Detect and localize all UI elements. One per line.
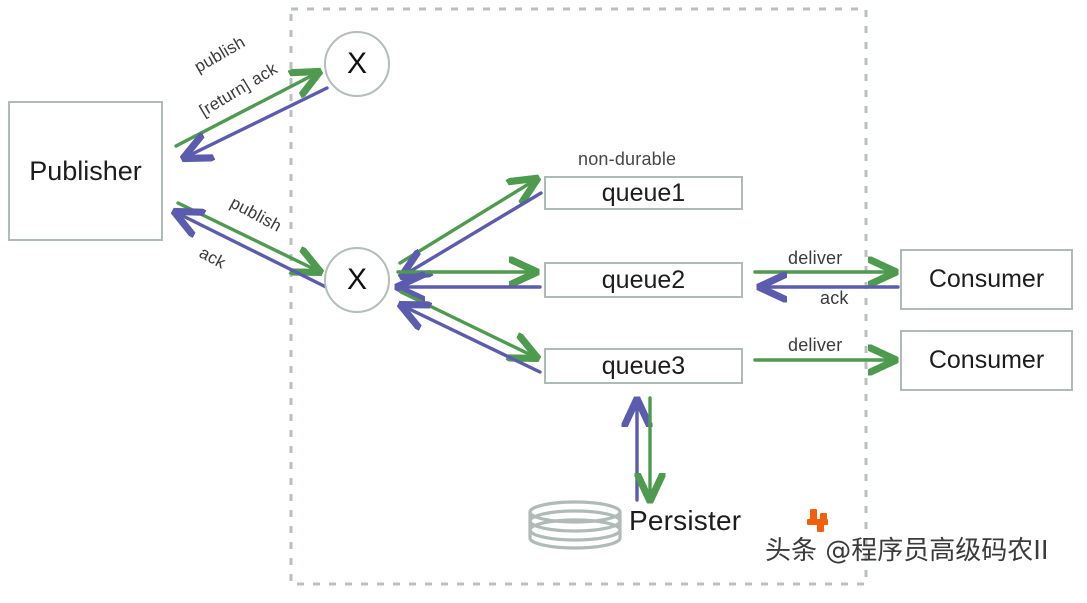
queue3-node[interactable]: queue3 <box>544 348 743 384</box>
publisher-node[interactable]: Publisher <box>8 101 163 241</box>
queue2-label: queue2 <box>601 265 686 294</box>
edge-exchange-queue2 <box>398 272 542 287</box>
watermark-text: 头条 @程序员高级码农II <box>765 536 1049 566</box>
queue2-node[interactable]: queue2 <box>544 262 743 298</box>
label-non-durable: non-durable <box>578 149 677 169</box>
consumer1-node[interactable]: Consumer <box>900 249 1073 310</box>
edge-queue2-consumer1 <box>753 272 900 287</box>
exchange-bottom-node[interactable]: X <box>324 247 390 313</box>
diagram-canvas: Publisher X X queue1 queue2 queue3 Consu… <box>0 0 1087 603</box>
queue3-label: queue3 <box>601 351 686 380</box>
edge-exchange-queue3 <box>401 290 542 374</box>
consumer2-label: Consumer <box>928 346 1045 374</box>
publisher-label: Publisher <box>29 155 142 186</box>
exchange-top-label: X <box>346 47 367 80</box>
queue1-label: queue1 <box>601 178 686 207</box>
edge-queue3-persister <box>637 396 650 500</box>
exchange-bottom-label: X <box>346 263 367 296</box>
consumer1-label: Consumer <box>928 265 1045 293</box>
persister-label: Persister <box>629 505 742 536</box>
queue1-node[interactable]: queue1 <box>544 176 743 210</box>
edge-exchange-queue1 <box>400 180 543 275</box>
database-cylinder-icon <box>528 500 622 550</box>
consumer2-node[interactable]: Consumer <box>900 330 1073 391</box>
exchange-top-node[interactable]: X <box>324 31 390 97</box>
label-deliver-consumer2: deliver <box>788 335 843 355</box>
label-ack-consumer1: ack <box>820 288 849 308</box>
label-deliver-consumer1: deliver <box>788 248 843 268</box>
